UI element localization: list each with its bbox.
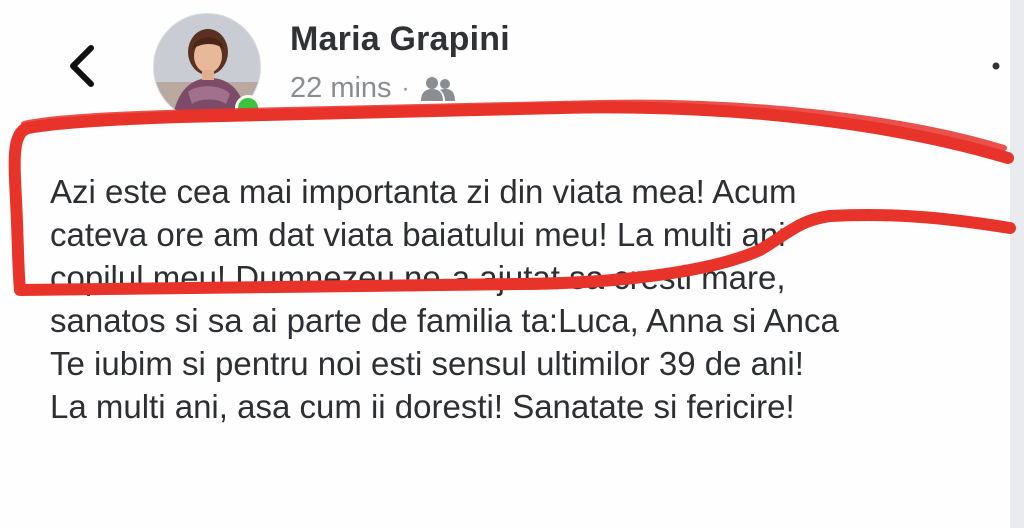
avatar[interactable]	[152, 12, 262, 122]
back-button[interactable]	[56, 38, 108, 94]
post-text-line: sanatos si sa ai parte de familia ta:Luc…	[50, 302, 839, 339]
friends-icon	[420, 76, 455, 101]
right-edge-strip	[1010, 0, 1024, 528]
post-timestamp[interactable]: 22 mins	[290, 72, 392, 105]
post-text-line: cateva ore am dat viata baiatului meu! L…	[50, 216, 786, 253]
post-meta: 22 mins ·	[290, 72, 456, 105]
author-name[interactable]: Maria Grapini	[290, 20, 510, 59]
profile-photo	[153, 13, 261, 121]
chevron-left-icon	[70, 45, 94, 87]
facebook-post-screen: Maria Grapini 22 mins · Azi este cea mai…	[0, 0, 1024, 528]
post-text-line: Azi este cea mai importanta zi din viata…	[50, 173, 797, 210]
post-text-line: Te iubim si pentru noi esti sensul ultim…	[50, 345, 804, 382]
post-text-line: La multi ani, asa cum ii doresti! Sanata…	[50, 388, 795, 425]
more-options-button[interactable]	[990, 56, 1002, 76]
post-text-line: copilul meu! Dumnezeu ne-a ajutat sa cre…	[50, 259, 786, 296]
post-body: Azi este cea mai importanta zi din viata…	[50, 170, 1010, 428]
meta-separator: ·	[401, 74, 410, 102]
more-options-icon	[992, 62, 1000, 70]
online-status-dot	[238, 98, 258, 118]
